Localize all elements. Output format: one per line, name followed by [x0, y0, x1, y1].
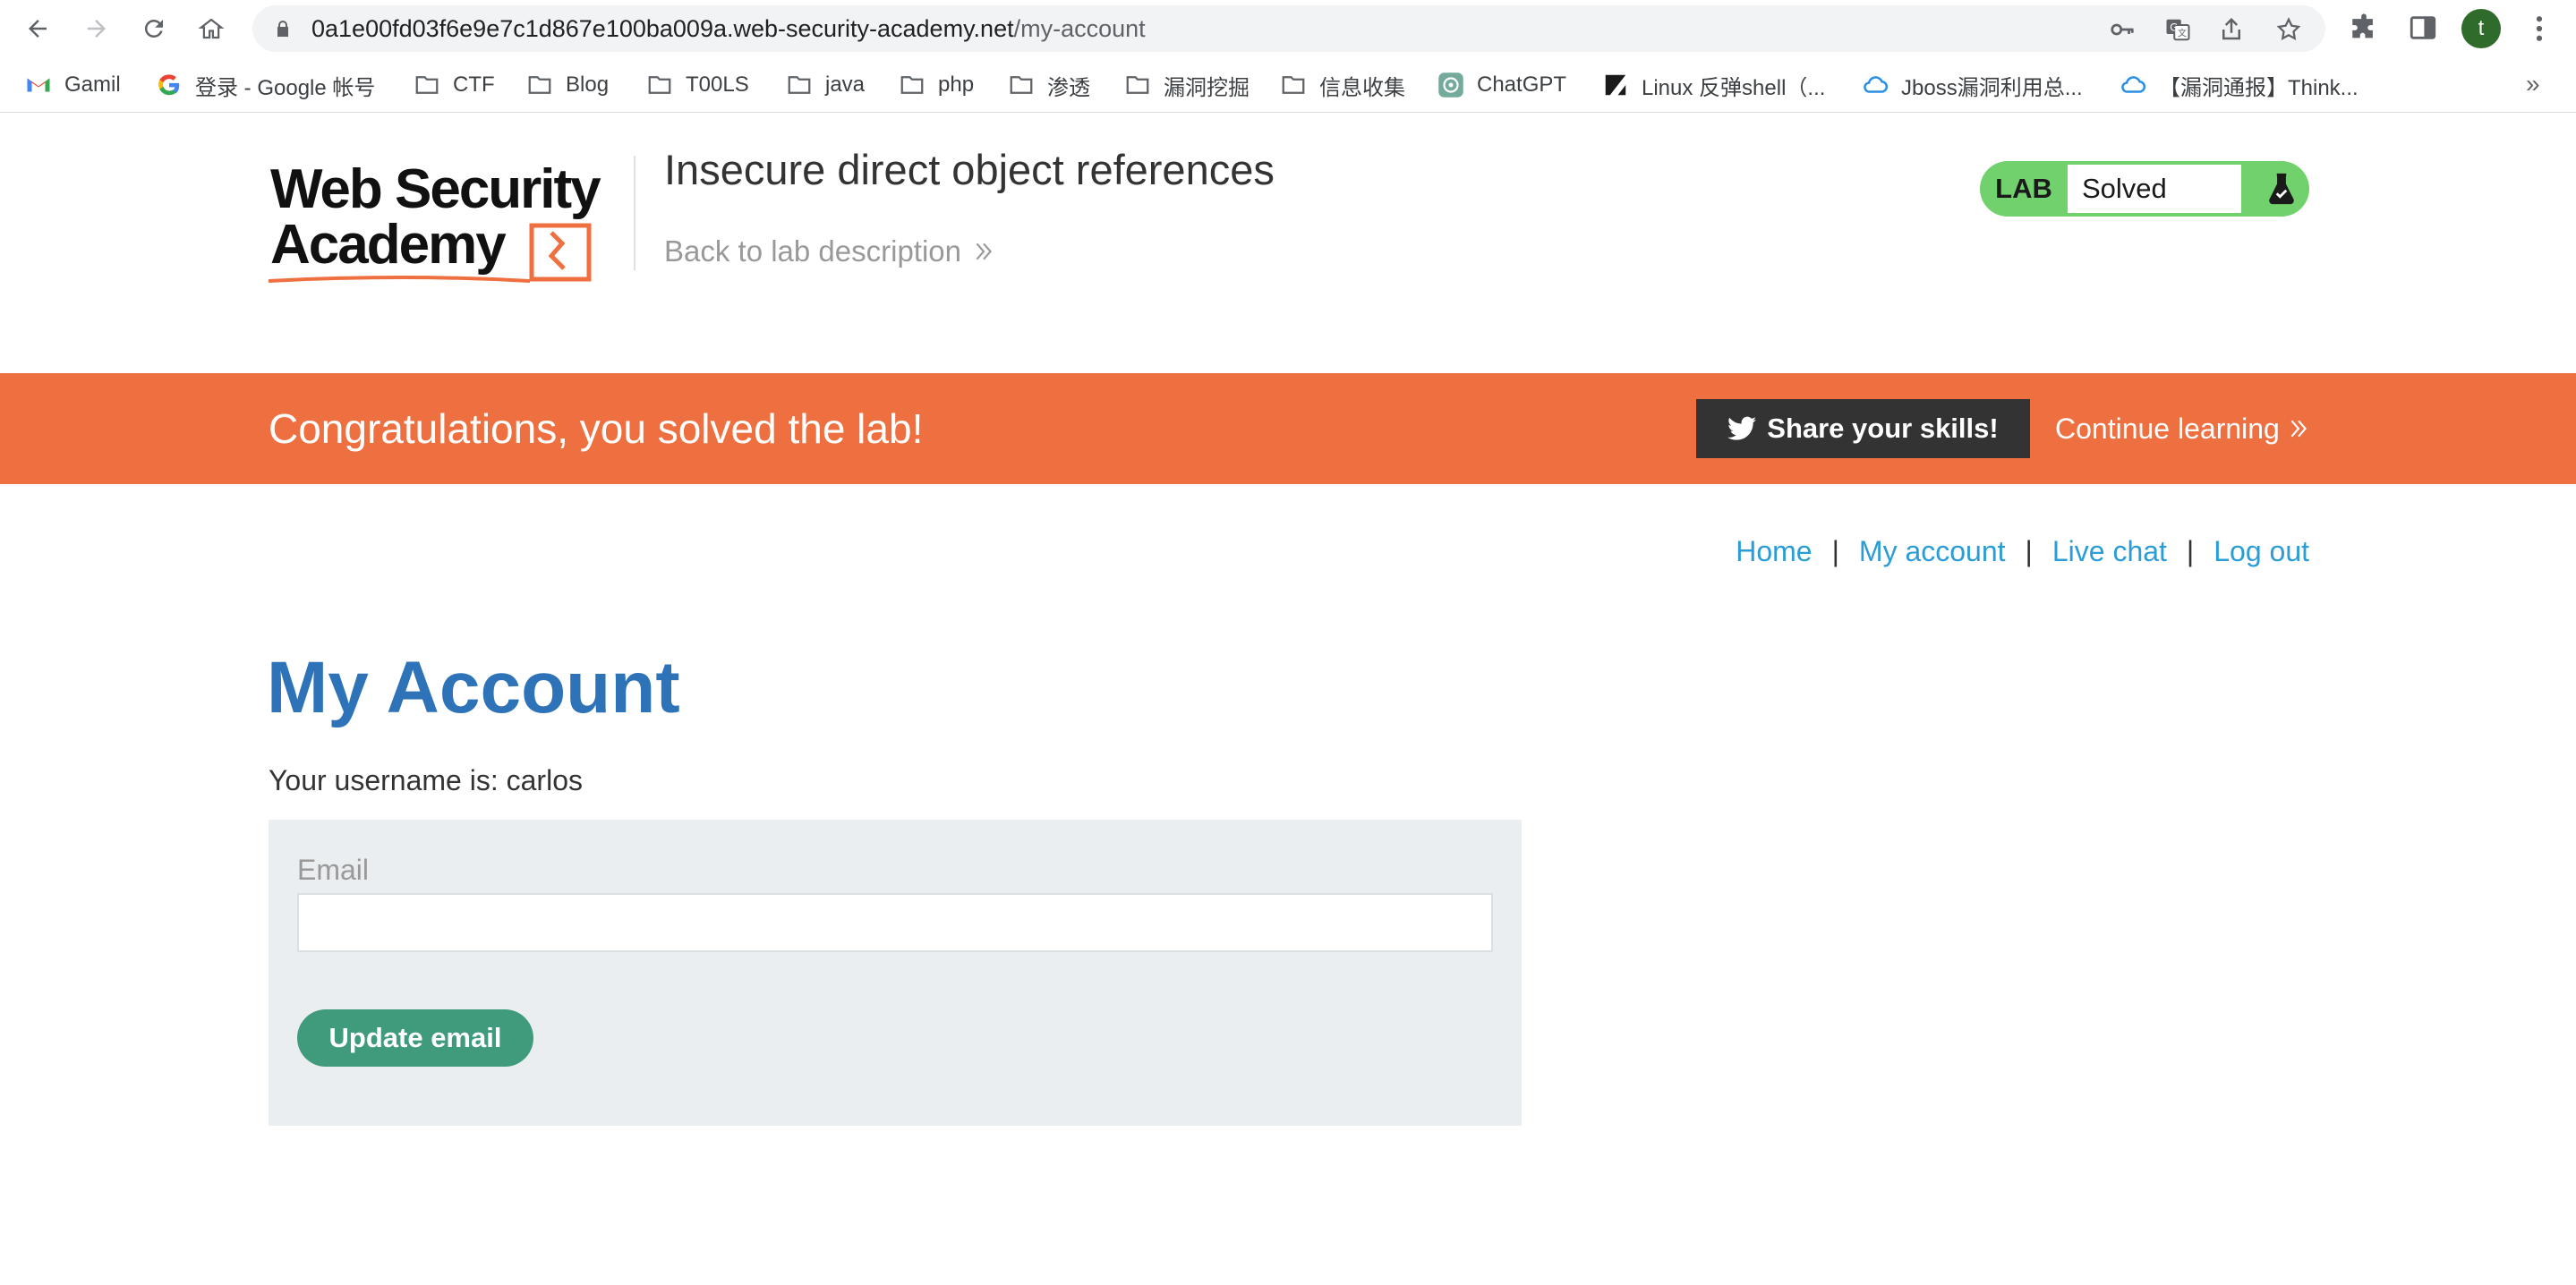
- double-chevron-right-icon: [976, 243, 993, 260]
- bookmark-label: php: [938, 72, 975, 97]
- bookmark-folder-ctf[interactable]: CTF: [414, 57, 495, 113]
- bookmark-folder-php[interactable]: php: [899, 57, 974, 113]
- nav-separator: |: [2025, 535, 2033, 567]
- email-field[interactable]: [297, 893, 1493, 952]
- update-email-button[interactable]: Update email: [297, 1009, 533, 1067]
- lab-status-badge: LAB Solved: [1980, 161, 2309, 217]
- lab-title: Insecure direct object references: [664, 146, 1275, 193]
- bookmark-label: Jboss漏洞利用总...: [1901, 75, 2083, 100]
- share-button-label: Share your skills!: [1767, 413, 1999, 444]
- bookmark-chatgpt[interactable]: ChatGPT: [1437, 57, 1566, 113]
- bookmark-label: java: [825, 72, 866, 97]
- nav-separator: |: [1831, 535, 1839, 567]
- share-page-icon[interactable]: [2218, 16, 2245, 43]
- home-icon[interactable]: [193, 11, 229, 47]
- chatgpt-icon: [1438, 72, 1463, 98]
- bookmark-label: 渗透: [1047, 75, 1090, 100]
- bookmark-label: 【漏洞通报】Think...: [2159, 75, 2358, 100]
- bookmark-label: Blog: [566, 72, 610, 97]
- zhihu-icon: [1605, 74, 1626, 96]
- bookmark-folder-pentest[interactable]: 渗透: [1008, 57, 1090, 113]
- address-bar[interactable]: 0a1e00fd03f6e9e7c1d867e100ba009a.web-sec…: [252, 5, 2325, 52]
- folder-icon: [900, 76, 924, 94]
- congratulations-message: Congratulations, you solved the lab!: [269, 405, 924, 452]
- lock-icon[interactable]: [272, 18, 294, 39]
- bookmark-label: CTF: [453, 72, 495, 97]
- lab-status-text: Solved: [2082, 173, 2167, 204]
- more-bookmarks-chevron-icon[interactable]: »: [2526, 70, 2540, 98]
- forward-arrow-icon[interactable]: [79, 11, 115, 47]
- bookmark-label: T00LS: [686, 72, 749, 97]
- back-link-label: Back to lab description: [664, 234, 962, 268]
- url-host: 0a1e00fd03f6e9e7c1d867e100ba009a.web-sec…: [311, 15, 1014, 42]
- continue-learning-label: Continue learning: [2055, 413, 2280, 445]
- flask-icon: [2269, 173, 2294, 205]
- cloud-icon: [2121, 76, 2146, 93]
- svg-text:文: 文: [2178, 28, 2187, 39]
- more-menu-icon[interactable]: [2526, 13, 2553, 45]
- lab-solved-banner: Congratulations, you solved the lab! Sha…: [0, 373, 2576, 484]
- update-email-form: Email Update email: [269, 820, 1522, 1126]
- nav-live-chat-link[interactable]: Live chat: [2052, 535, 2167, 568]
- bookmark-google-account[interactable]: 登录 - Google 帐号: [156, 57, 375, 113]
- folder-icon: [1010, 76, 1033, 94]
- folder-icon: [528, 76, 551, 94]
- bookmark-star-icon[interactable]: [2275, 16, 2302, 43]
- header-divider: [634, 156, 635, 270]
- url-path: /my-account: [1013, 15, 1146, 42]
- bookmark-label: 信息收集: [1319, 75, 1405, 100]
- logo-text-line1: Web Security: [270, 158, 601, 220]
- bookmark-label: ChatGPT: [1477, 72, 1567, 97]
- folder-icon: [1126, 76, 1149, 94]
- side-panel-icon[interactable]: [2408, 13, 2438, 43]
- logo-text-line2: Academy: [270, 214, 507, 276]
- nav-log-out-link[interactable]: Log out: [2213, 535, 2309, 568]
- bookmark-jboss[interactable]: Jboss漏洞利用总...: [1862, 57, 2083, 113]
- folder-icon: [415, 76, 439, 94]
- username-text: Your username is: carlos: [269, 764, 583, 796]
- cloud-icon: [1864, 76, 1889, 93]
- bookmark-label: 漏洞挖掘: [1164, 75, 1250, 100]
- bookmark-label: 登录 - Google 帐号: [195, 75, 376, 100]
- svg-text:G: G: [2170, 21, 2178, 33]
- google-icon: [158, 74, 180, 96]
- page-title: My Account: [267, 647, 680, 728]
- bookmark-folder-tools[interactable]: T00LS: [646, 57, 749, 113]
- lab-badge-label: LAB: [1995, 173, 2052, 204]
- translate-icon[interactable]: G文: [2164, 16, 2191, 43]
- url-text[interactable]: 0a1e00fd03f6e9e7c1d867e100ba009a.web-sec…: [311, 5, 1146, 52]
- twitter-icon: [1727, 416, 1757, 440]
- back-arrow-icon[interactable]: [20, 11, 55, 47]
- folder-icon: [788, 76, 811, 94]
- folder-icon: [648, 76, 671, 94]
- bookmark-folder-vuln-hunting[interactable]: 漏洞挖掘: [1124, 57, 1250, 113]
- bookmark-folder-info-gathering[interactable]: 信息收集: [1280, 57, 1405, 113]
- bookmark-folder-java[interactable]: java: [786, 57, 865, 113]
- bookmark-linux-reverse-shell[interactable]: Linux 反弹shell（...: [1602, 57, 1825, 113]
- double-chevron-right-icon: [2290, 420, 2307, 438]
- profile-avatar[interactable]: t: [2461, 9, 2501, 48]
- web-security-academy-logo[interactable]: Web Security Academy: [269, 154, 632, 288]
- extensions-puzzle-icon[interactable]: [2349, 13, 2379, 43]
- bookmark-label: Linux 反弹shell（...: [1642, 75, 1826, 100]
- bookmark-label: Gamil: [64, 72, 121, 97]
- account-nav: Home | My account | Live chat | Log out: [1736, 535, 2309, 568]
- email-label: Email: [297, 854, 370, 886]
- bookmark-folder-blog[interactable]: Blog: [526, 57, 609, 113]
- gmail-icon: [27, 78, 50, 92]
- key-icon[interactable]: [2109, 16, 2136, 43]
- nav-my-account-link[interactable]: My account: [1859, 535, 2006, 568]
- nav-home-link[interactable]: Home: [1736, 535, 1812, 568]
- folder-icon: [1282, 76, 1305, 94]
- back-to-lab-description-link[interactable]: Back to lab description: [664, 234, 995, 268]
- nav-separator: |: [2186, 535, 2195, 567]
- continue-learning-link[interactable]: Continue learning: [2055, 373, 2310, 484]
- bookmarks-bar: Gamil 登录 - Google 帐号 CTF Blog T00LS java…: [0, 57, 2576, 113]
- browser-toolbar: 0a1e00fd03f6e9e7c1d867e100ba009a.web-sec…: [0, 0, 2576, 57]
- share-your-skills-button[interactable]: Share your skills!: [1696, 399, 2030, 458]
- reload-icon[interactable]: [136, 11, 172, 47]
- bookmark-thinkphp[interactable]: 【漏洞通报】Think...: [2120, 57, 2358, 113]
- bookmark-gmail[interactable]: Gamil: [25, 57, 121, 113]
